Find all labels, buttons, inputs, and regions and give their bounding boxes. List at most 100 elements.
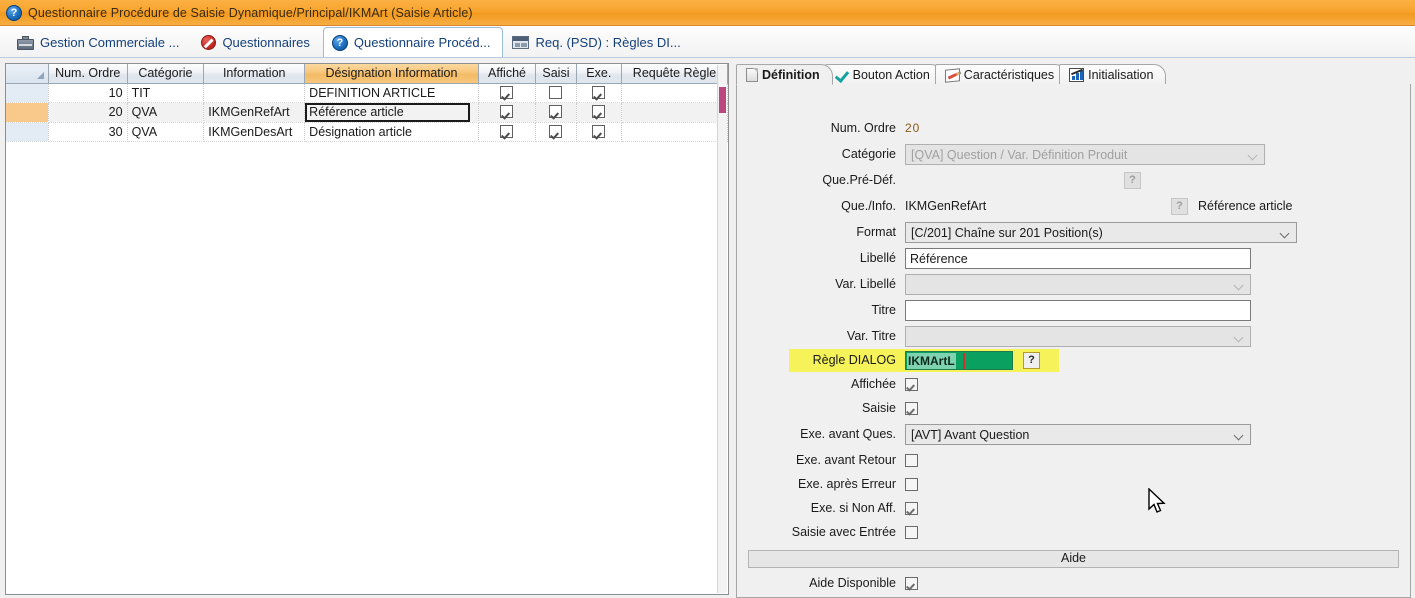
combo-format[interactable]: [C/201] Chaîne sur 201 Position(s)	[905, 222, 1297, 243]
combo-categorie-value: [QVA] Question / Var. Définition Produit	[911, 148, 1127, 162]
input-titre[interactable]	[905, 300, 1251, 321]
input-libelle[interactable]: Référence	[905, 248, 1251, 269]
cell-num-ordre[interactable]: 20	[48, 102, 127, 122]
window-tab-questionnaires[interactable]: Questionnaires	[192, 27, 322, 57]
window-tab-gestion-commerciale[interactable]: Gestion Commerciale ...	[8, 27, 192, 57]
field-row-exe-avant-ques: Exe. avant Ques. [AVT] Avant Question	[737, 423, 1251, 445]
field-row-exe-si-non-aff: Exe. si Non Aff.	[737, 497, 918, 519]
cell-requete-regle[interactable]	[622, 122, 728, 141]
chevron-down-icon	[1235, 334, 1243, 342]
checkbox-saisie-avec-entree[interactable]	[905, 526, 918, 539]
grid-col-saisi[interactable]: Saisi	[536, 64, 576, 83]
grid-select-all-header[interactable]	[6, 64, 48, 83]
row-header[interactable]	[6, 83, 48, 102]
cell-num-ordre[interactable]: 10	[48, 83, 127, 102]
checkbox-exe-si-non-aff[interactable]	[905, 502, 918, 515]
checkbox-saisi[interactable]	[549, 125, 562, 138]
grid-col-categorie[interactable]: Catégorie	[127, 64, 204, 83]
grid-col-information[interactable]: Information	[204, 64, 305, 83]
row-header[interactable]	[6, 122, 48, 141]
label-saisie: Saisie	[737, 401, 905, 415]
checkbox-aide-disponible[interactable]	[905, 577, 918, 590]
grid-col-exe[interactable]: Exe.	[576, 64, 621, 83]
detail-tab-strip: Définition Bouton Action Caractéristique…	[736, 63, 1411, 85]
cell-categorie[interactable]: QVA	[127, 122, 204, 141]
field-row-titre: Titre	[737, 299, 1251, 321]
label-var-titre: Var. Titre	[737, 329, 905, 343]
checkbox-saisie[interactable]	[905, 402, 918, 415]
checkbox-exe-apres-erreur[interactable]	[905, 478, 918, 491]
cell-categorie[interactable]: QVA	[127, 102, 204, 122]
tab-label: Initialisation	[1088, 68, 1153, 82]
checkbox-exe[interactable]	[592, 125, 605, 138]
cell-saisi[interactable]	[536, 83, 576, 102]
question-circle-icon: ?	[332, 35, 348, 51]
combo-categorie[interactable]: [QVA] Question / Var. Définition Produit	[905, 144, 1265, 165]
checkbox-affiche[interactable]	[500, 86, 513, 99]
checkbox-affiche[interactable]	[500, 105, 513, 118]
checkbox-saisi[interactable]	[549, 86, 562, 99]
text-caret	[963, 353, 965, 370]
cell-saisi[interactable]	[536, 122, 576, 141]
grid-vertical-scrollbar[interactable]	[717, 65, 727, 593]
cell-information[interactable]: IKMGenRefArt	[204, 102, 305, 122]
help-button-que-info[interactable]: ?	[1171, 198, 1188, 215]
document-icon	[746, 68, 758, 82]
tab-caracteristiques[interactable]: Caractéristiques	[935, 64, 1067, 85]
tab-label: Définition	[762, 68, 820, 82]
cell-categorie[interactable]: TIT	[127, 83, 204, 102]
cell-affiche[interactable]	[478, 122, 536, 141]
grid-col-designation-information[interactable]: Désignation Information	[305, 64, 479, 83]
checkbox-exe-avant-retour[interactable]	[905, 454, 918, 467]
label-affichee: Affichée	[737, 377, 905, 391]
window-tab-req-psd[interactable]: Req. (PSD) : Règles DI...	[503, 27, 693, 57]
grid-col-requete-regle[interactable]: Requête Règle	[622, 64, 728, 83]
cell-exe[interactable]	[576, 102, 621, 122]
cell-designation[interactable]: DEFINITION ARTICLE	[305, 83, 479, 102]
input-regle-dialog[interactable]: IKMArtL	[905, 351, 1013, 370]
cell-num-ordre[interactable]: 30	[48, 122, 127, 141]
help-button-regle-dialog[interactable]: ?	[1023, 352, 1040, 369]
cell-exe[interactable]	[576, 122, 621, 141]
checkbox-affiche[interactable]	[500, 125, 513, 138]
cell-editor[interactable]: Référence article	[305, 103, 470, 122]
combo-var-libelle[interactable]	[905, 274, 1251, 295]
row-header-selected[interactable]	[6, 102, 48, 122]
label-titre: Titre	[737, 303, 905, 317]
tab-initialisation[interactable]: Initialisation	[1059, 64, 1166, 85]
cell-affiche[interactable]	[478, 102, 536, 122]
cell-exe[interactable]	[576, 83, 621, 102]
window-title: Questionnaire Procédure de Saisie Dynami…	[28, 6, 473, 20]
grid-col-num-ordre[interactable]: Num. Ordre	[48, 64, 127, 83]
table-row[interactable]: 20 QVA IKMGenRefArt Référence article	[6, 102, 728, 122]
tab-bouton-action[interactable]: Bouton Action	[825, 64, 943, 85]
cell-requete-regle[interactable]	[622, 102, 728, 122]
checkbox-exe[interactable]	[592, 86, 605, 99]
field-row-que-pre-def: Que.Pré-Déf. ?	[737, 169, 1141, 191]
input-regle-dialog-value: IKMArtL	[907, 353, 956, 370]
cell-designation-editing[interactable]: Référence article	[305, 102, 479, 122]
help-button-que-pre-def[interactable]: ?	[1124, 172, 1141, 189]
label-que-info: Que./Info.	[737, 199, 905, 213]
tab-definition[interactable]: Définition	[736, 64, 833, 85]
table-row[interactable]: 30 QVA IKMGenDesArt Désignation article	[6, 122, 728, 141]
combo-var-titre[interactable]	[905, 326, 1251, 347]
window-tab-label: Questionnaire Procéd...	[354, 35, 491, 50]
cell-affiche[interactable]	[478, 83, 536, 102]
question-circle-icon: ?	[6, 5, 22, 21]
value-que-info: IKMGenRefArt	[905, 199, 1171, 213]
grid-col-affiche[interactable]: Affiché	[478, 64, 536, 83]
cell-information[interactable]	[204, 83, 305, 102]
cell-requete-regle[interactable]	[622, 83, 728, 102]
checkbox-exe[interactable]	[592, 105, 605, 118]
table-row[interactable]: 10 TIT DEFINITION ARTICLE	[6, 83, 728, 102]
combo-exe-avant-ques[interactable]: [AVT] Avant Question	[905, 424, 1251, 445]
tab-label: Caractéristiques	[964, 68, 1054, 82]
checkbox-affichee[interactable]	[905, 378, 918, 391]
window-tab-questionnaire-procedure[interactable]: ? Questionnaire Procéd...	[323, 27, 504, 57]
cell-saisi[interactable]	[536, 102, 576, 122]
cell-designation[interactable]: Désignation article	[305, 122, 479, 141]
scrollbar-thumb[interactable]	[719, 87, 726, 113]
cell-information[interactable]: IKMGenDesArt	[204, 122, 305, 141]
checkbox-saisi[interactable]	[549, 105, 562, 118]
